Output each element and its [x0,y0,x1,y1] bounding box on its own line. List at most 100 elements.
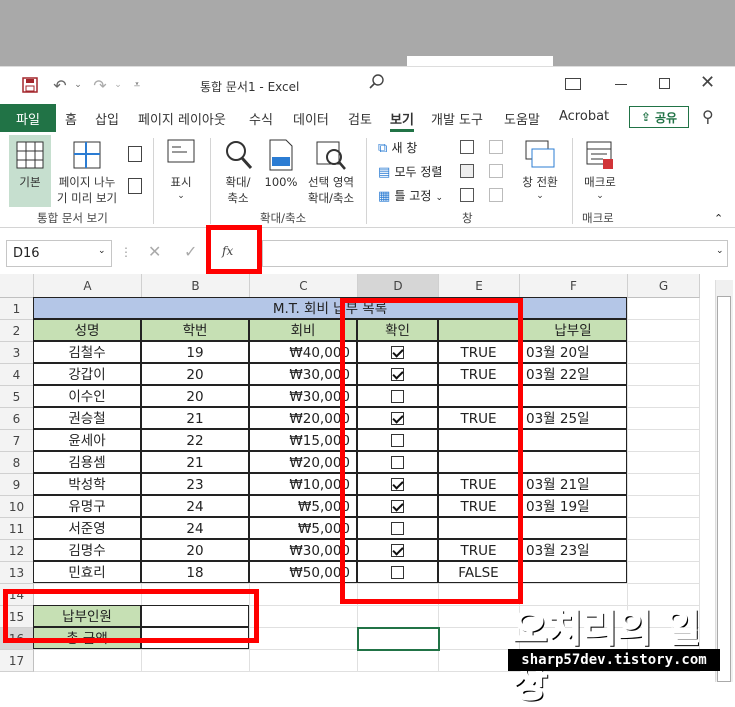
zoom-100-button[interactable]: 100% [262,135,300,207]
cell[interactable] [628,540,700,562]
expand-formula-icon[interactable]: ⌄ [716,246,724,256]
name-cell[interactable]: 서준영 [33,517,141,539]
tab-acrobat[interactable]: Acrobat [559,109,609,124]
header-cell[interactable]: 납부일 [519,319,627,341]
name-cell[interactable]: 김철수 [33,341,141,363]
cell[interactable] [628,474,700,496]
date-cell[interactable] [519,429,627,451]
row-header[interactable]: 3 [0,342,34,364]
save-icon[interactable] [20,75,40,95]
cell[interactable] [358,606,439,628]
cell[interactable] [628,408,700,430]
cell[interactable] [439,606,520,628]
cancel-icon[interactable]: ✕ [148,242,161,261]
id-cell[interactable]: 20 [141,539,249,561]
name-cell[interactable]: 김명수 [33,539,141,561]
date-cell[interactable]: 03월 23일 [519,539,627,561]
row-header[interactable]: 17 [0,650,34,672]
cell[interactable] [250,606,358,628]
tab-formulas[interactable]: 수식 [249,109,273,128]
collapse-ribbon-icon[interactable]: ⌃ [714,212,723,225]
row-header[interactable]: 1 [0,298,34,320]
id-cell[interactable]: 20 [141,363,249,385]
search-icon[interactable] [368,73,394,97]
row-header[interactable]: 7 [0,430,34,452]
date-cell[interactable] [519,385,627,407]
row-header[interactable]: 11 [0,518,34,540]
column-header[interactable]: A [34,274,142,298]
cell[interactable] [628,518,700,540]
share-button[interactable]: ⇪ 공유 [629,106,689,128]
name-cell[interactable]: 권승철 [33,407,141,429]
date-cell[interactable] [519,451,627,473]
name-cell[interactable]: 유명구 [33,495,141,517]
column-header[interactable]: F [520,274,628,298]
id-cell[interactable]: 18 [141,561,249,583]
minimize-icon[interactable] [615,84,627,85]
cell[interactable] [250,628,358,650]
switch-windows-button[interactable]: 창 전환 ⌄ [514,135,566,207]
tab-developer[interactable]: 개발 도구 [431,109,483,128]
name-cell[interactable]: 박성학 [33,473,141,495]
row-header[interactable]: 5 [0,386,34,408]
hide-icon[interactable] [460,164,474,178]
name-cell[interactable]: 이수인 [33,385,141,407]
zoom-selection-button[interactable]: 선택 영역 확대/축소 [302,135,360,207]
row-header[interactable]: 4 [0,364,34,386]
redo-icon[interactable]: ↷ [90,75,110,95]
name-box-dropdown-icon[interactable]: ⌄ [98,246,106,256]
id-cell[interactable]: 22 [141,429,249,451]
id-cell[interactable]: 19 [141,341,249,363]
column-header[interactable]: D [358,274,439,298]
name-cell[interactable]: 김용셈 [33,451,141,473]
reset-position-icon[interactable] [489,188,503,202]
row-header[interactable]: 9 [0,474,34,496]
name-cell[interactable]: 윤세아 [33,429,141,451]
date-cell[interactable]: 03월 25일 [519,407,627,429]
tab-insert[interactable]: 삽입 [95,109,119,128]
cell[interactable] [439,628,520,650]
tab-review[interactable]: 검토 [348,109,372,128]
date-cell[interactable]: 03월 21일 [519,473,627,495]
name-cell[interactable]: 민효리 [33,561,141,583]
date-cell[interactable]: 03월 20일 [519,341,627,363]
redo-dropdown-icon[interactable]: ⌄ [112,75,124,95]
tab-file[interactable]: 파일 [0,104,56,132]
date-cell[interactable] [519,561,627,583]
ribbon-display-icon[interactable] [565,78,581,90]
tab-help[interactable]: 도움말 [504,109,540,128]
row-header[interactable]: 2 [0,320,34,342]
cell[interactable] [628,298,700,320]
undo-dropdown-icon[interactable]: ⌄ [72,75,84,95]
macros-button[interactable]: 매크로 ⌄ [578,135,622,207]
column-header[interactable]: B [142,274,250,298]
column-header[interactable]: C [250,274,358,298]
split-icon[interactable] [460,140,474,154]
cell[interactable] [628,496,700,518]
customize-qat-icon[interactable]: ⩡ [130,75,144,95]
unhide-icon[interactable] [460,188,474,202]
tab-view[interactable]: 보기 [390,109,414,132]
date-cell[interactable]: 03월 19일 [519,495,627,517]
header-cell[interactable]: 학번 [141,319,249,341]
date-cell[interactable]: 03월 22일 [519,363,627,385]
cell[interactable] [34,650,142,672]
undo-icon[interactable]: ↶ [50,75,70,95]
tab-page-layout[interactable]: 페이지 레이아웃 [138,109,226,128]
cell[interactable] [628,452,700,474]
row-header[interactable]: 12 [0,540,34,562]
normal-view-button[interactable]: 기본 [9,135,51,207]
cell[interactable] [628,320,700,342]
column-header[interactable]: G [628,274,700,298]
arrange-all-button[interactable]: ▤ 모두 정렬 [378,163,458,181]
tab-data[interactable]: 데이터 [293,109,329,128]
row-header[interactable]: 8 [0,452,34,474]
custom-views-icon[interactable] [128,178,142,194]
close-icon[interactable]: ✕ [700,72,715,93]
new-window-button[interactable]: ⧉ 새 창 [378,139,458,157]
cell[interactable] [628,386,700,408]
id-cell[interactable]: 24 [141,517,249,539]
cell[interactable] [628,562,700,584]
enter-icon[interactable]: ✓ [184,242,197,261]
cell[interactable] [250,650,358,672]
